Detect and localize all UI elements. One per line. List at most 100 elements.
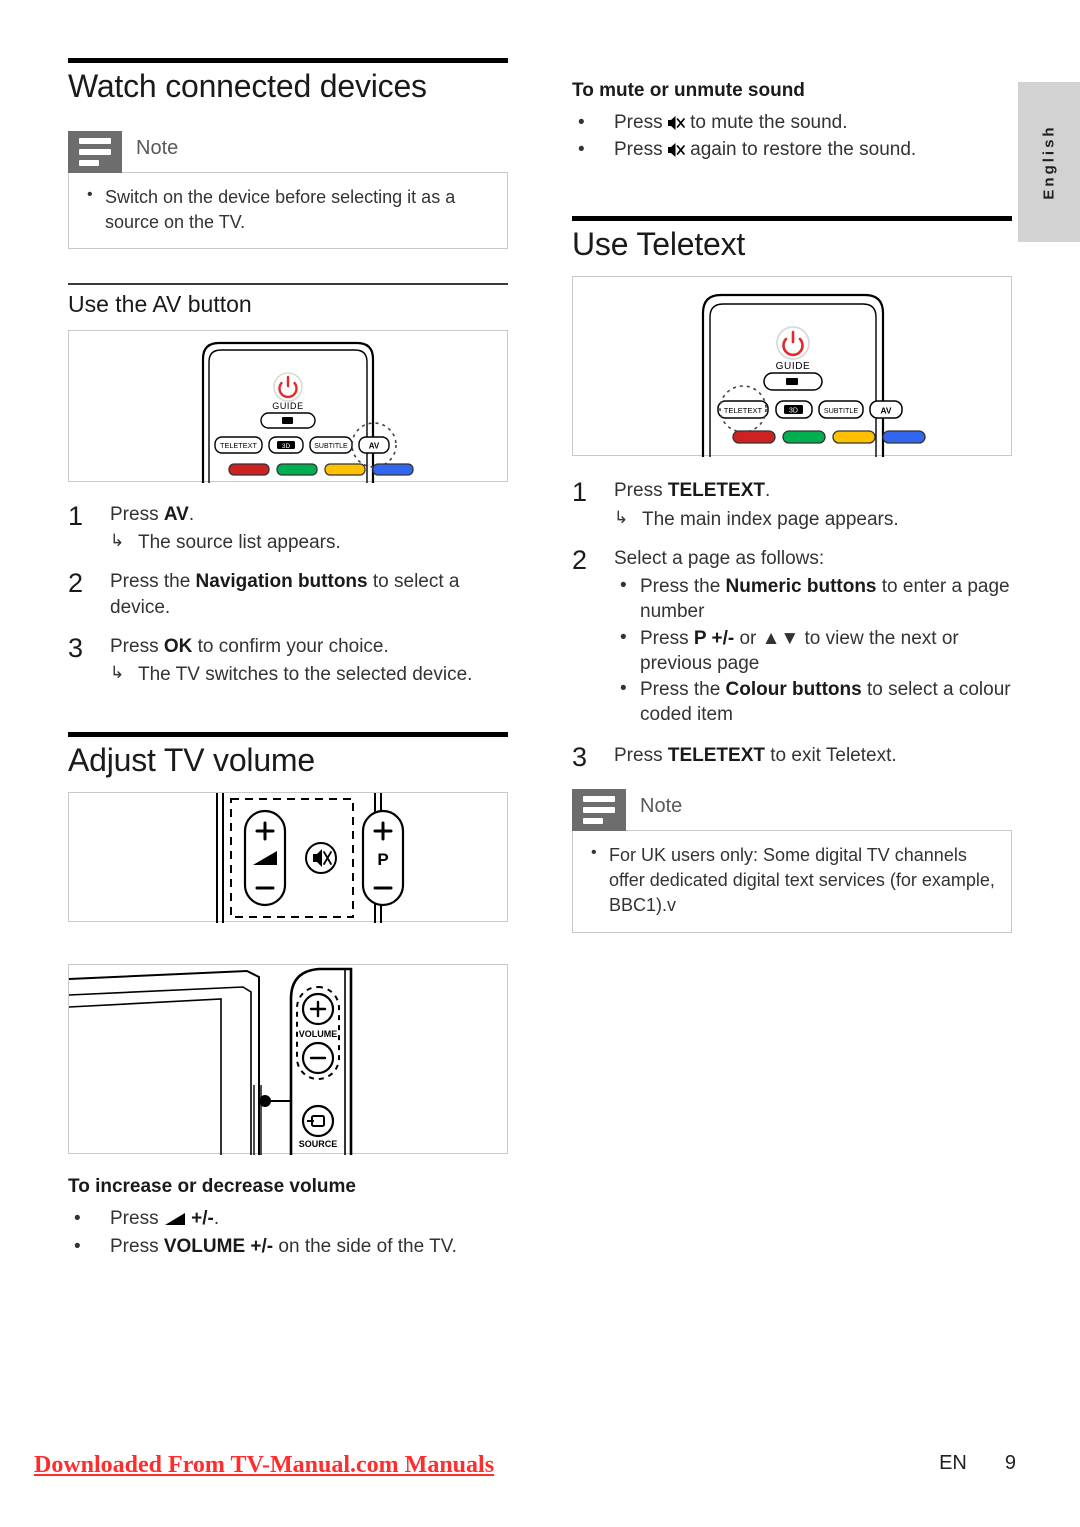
step-result: ↳ The source list appears. <box>110 530 508 555</box>
svg-text:SUBTITLE: SUBTITLE <box>314 443 348 450</box>
note-header: Note <box>572 789 1012 832</box>
bullet-marker: • <box>74 1208 81 1230</box>
remote-av-illustration: GUIDE TELETEXT 3D SUBTITLE AV <box>201 341 414 483</box>
list-item: Press the Numeric buttons to enter a pag… <box>614 573 1012 625</box>
volume-side-label: VOLUME <box>299 1029 338 1039</box>
page-footer: EN 9 <box>939 1452 1016 1475</box>
bullet-text: Press to mute the sound. <box>614 111 848 133</box>
result-arrow-icon: ↳ <box>614 507 629 527</box>
figure-remote-teletext: GUIDE TELETEXT 3D SUBTITLE AV <box>572 276 1012 458</box>
heading-rule-thick <box>68 58 508 63</box>
subheading-use-av-button: Use the AV button <box>68 291 252 318</box>
svg-text:3D: 3D <box>789 408 798 415</box>
language-code: EN <box>939 1452 967 1474</box>
bullet-marker: • <box>578 139 585 161</box>
mute-icon <box>667 115 685 130</box>
step-number: 1 <box>68 500 84 531</box>
svg-text:AV: AV <box>880 406 891 416</box>
note-title: Note <box>640 795 683 818</box>
result-text: The source list appears. <box>138 532 341 554</box>
result-arrow-icon: ↳ <box>110 663 125 683</box>
list-item: • Press +/-. <box>68 1205 508 1232</box>
manual-page: Watch connected devices Note Switch on t… <box>0 0 1080 1527</box>
step-item: 3 Press TELETEXT to exit Teletext. <box>572 743 1012 772</box>
figure-remote-volume: P <box>68 792 508 924</box>
step-body: Press OK to confirm your choice. ↳ The T… <box>110 634 508 688</box>
list-item: • Press again to restore the sound. <box>572 136 1012 163</box>
note-icon <box>572 789 626 832</box>
updown-arrows-icon: ▲▼ <box>761 627 800 649</box>
note-body: Switch on the device before selecting it… <box>68 171 508 250</box>
step-number: 2 <box>68 568 84 599</box>
sub-bullet-list: Press the Numeric buttons to enter a pag… <box>614 573 1012 728</box>
svg-text:TELETEXT: TELETEXT <box>220 441 257 450</box>
bullet-text: Press +/-. <box>110 1208 220 1230</box>
step-body: Press TELETEXT. ↳ The main index page ap… <box>614 478 1012 532</box>
step-item: 1 Press AV. ↳ The source list appears. <box>68 502 508 556</box>
left-column: Watch connected devices Note Switch on t… <box>68 58 508 1260</box>
tv-side-illustration: VOLUME SOURCE <box>68 968 353 1156</box>
note-box-teletext: Note For UK users only: Some digital TV … <box>572 789 1012 933</box>
step-text: Press AV. <box>110 503 195 525</box>
step-text: Press TELETEXT. <box>614 480 771 502</box>
page-number: 9 <box>1004 1452 1016 1474</box>
mute-icon <box>667 143 685 158</box>
step-text: Press OK to confirm your choice. <box>110 635 389 657</box>
heading-use-teletext: Use Teletext <box>572 225 746 262</box>
bullet-text: Press VOLUME +/- on the side of the TV. <box>110 1235 457 1257</box>
step-text: Press TELETEXT to exit Teletext. <box>614 744 897 766</box>
step-item: 2 Press the Navigation buttons to select… <box>68 569 508 620</box>
subheading-increase-decrease-volume: To increase or decrease volume <box>68 1176 356 1198</box>
volume-triangle-icon <box>164 1213 185 1226</box>
note-title: Note <box>136 136 179 159</box>
step-text: Press the Navigation buttons to select a… <box>110 571 460 618</box>
list-item: • Press to mute the sound. <box>572 109 1012 136</box>
steps-use-av: 1 Press AV. ↳ The source list appears. 2… <box>68 502 508 688</box>
step-body: Press the Navigation buttons to select a… <box>110 569 508 620</box>
step-number: 1 <box>572 477 588 508</box>
step-number: 2 <box>572 544 588 575</box>
page-title-watch-connected-devices: Watch connected devices <box>68 68 427 104</box>
svg-text:3D: 3D <box>282 443 291 450</box>
heading-rule-thick-teletext <box>572 215 1012 221</box>
step-body: Press AV. ↳ The source list appears. <box>110 502 508 556</box>
remote-teletext-illustration: GUIDE TELETEXT 3D SUBTITLE AV <box>701 294 926 458</box>
bullet-marker: • <box>578 111 585 133</box>
remote-volume-illustration: P <box>216 793 405 924</box>
subheading-mute-unmute: To mute or unmute sound <box>572 80 805 101</box>
step-text: Select a page as follows: <box>614 547 825 569</box>
bullet-text: Press again to restore the sound. <box>614 139 917 161</box>
language-tab: English <box>1018 82 1080 242</box>
right-column: To mute or unmute sound • Press to mute … <box>572 58 1012 967</box>
figure-remote-av: GUIDE TELETEXT 3D SUBTITLE AV <box>68 329 508 483</box>
download-watermark-link[interactable]: Downloaded From TV-Manual.com Manuals <box>34 1452 494 1479</box>
heading-rule-thick-volume <box>68 731 508 737</box>
guide-label: GUIDE <box>776 361 811 372</box>
result-arrow-icon: ↳ <box>110 531 125 551</box>
list-item: • Press VOLUME +/- on the side of the TV… <box>68 1233 508 1260</box>
list-item: Press P +/- or ▲▼ to view the next or pr… <box>614 625 1012 677</box>
note-box-device: Note Switch on the device before selecti… <box>68 130 508 250</box>
note-item: For UK users only: Some digital TV chann… <box>587 842 997 917</box>
volume-bullet-list: • Press +/-. • Press VOLUME +/- on the s… <box>68 1205 508 1260</box>
program-label: P <box>377 850 388 869</box>
svg-text:SUBTITLE: SUBTITLE <box>824 406 859 415</box>
note-item: Switch on the device before selecting it… <box>83 184 493 235</box>
steps-use-teletext: 1 Press TELETEXT. ↳ The main index page … <box>572 478 1012 771</box>
step-number: 3 <box>68 632 84 663</box>
svg-text:AV: AV <box>369 441 380 450</box>
mute-bullet-list: • Press to mute the sound. • Press again… <box>572 109 1012 164</box>
step-item: 2 Select a page as follows: Press the Nu… <box>572 546 1012 729</box>
step-result: ↳ The TV switches to the selected device… <box>110 662 508 687</box>
note-icon <box>68 130 122 173</box>
list-item: Press the Colour buttons to select a col… <box>614 676 1012 728</box>
step-number: 3 <box>572 741 588 772</box>
figure-tv-side-panel: VOLUME SOURCE <box>68 964 508 1156</box>
step-result: ↳ The main index page appears. <box>614 507 1012 532</box>
note-header: Note <box>68 130 508 173</box>
bullet-marker: • <box>74 1235 81 1257</box>
note-body: For UK users only: Some digital TV chann… <box>572 830 1012 933</box>
guide-label: GUIDE <box>272 401 304 411</box>
heading-adjust-tv-volume: Adjust TV volume <box>68 741 315 778</box>
step-item: 1 Press TELETEXT. ↳ The main index page … <box>572 478 1012 532</box>
